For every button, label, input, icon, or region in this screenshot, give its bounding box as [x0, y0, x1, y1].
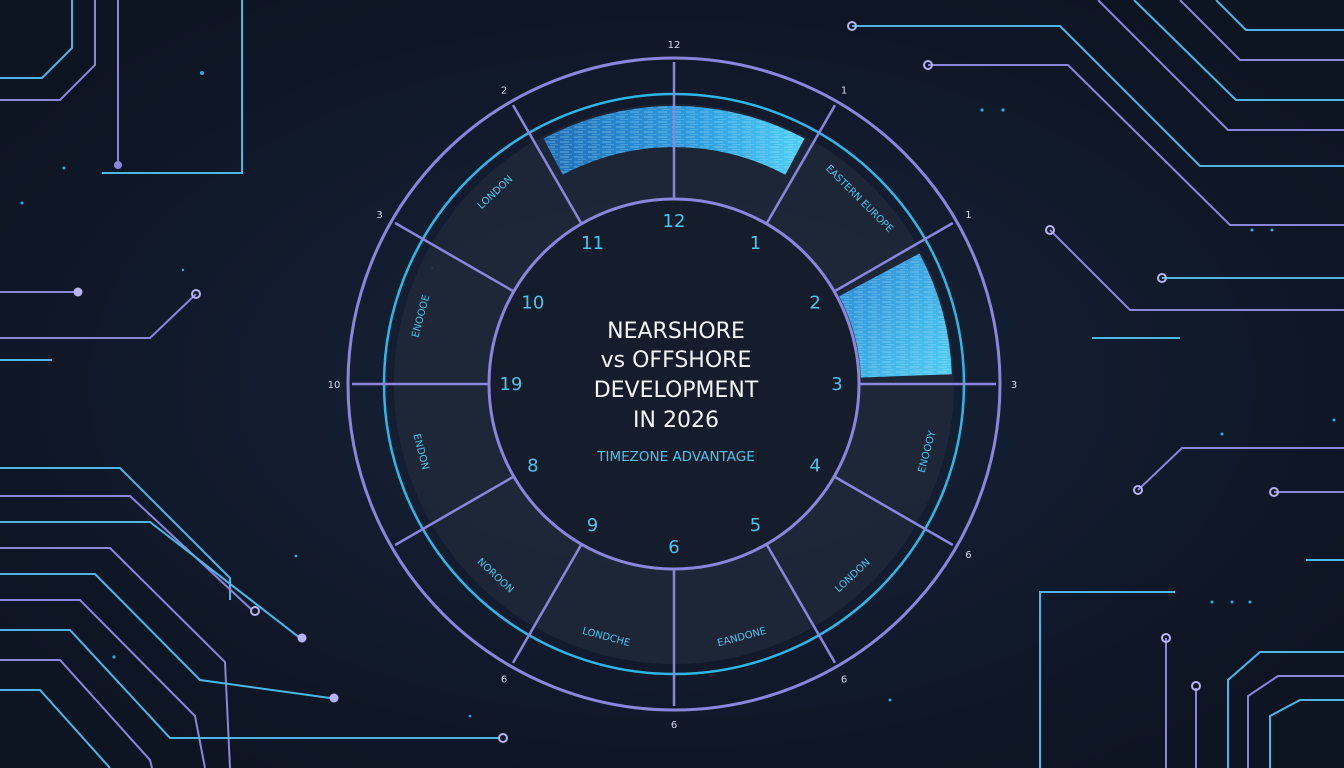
hour-number: 12 [663, 211, 686, 232]
outer-tick-label: 12 [668, 40, 681, 51]
subtitle: TIMEZONE ADVANTAGE [596, 449, 755, 465]
hour-number: 19 [500, 374, 523, 395]
outer-tick-label: 6 [671, 720, 677, 731]
hour-number: 10 [521, 293, 544, 314]
hour-number: 11 [581, 233, 604, 254]
outer-tick-label: 6 [841, 674, 847, 685]
hour-number: 6 [668, 537, 679, 558]
title-line-1: NEARSHORE [607, 319, 745, 344]
hour-number: 4 [809, 456, 820, 477]
outer-tick-label: 10 [328, 380, 341, 391]
outer-tick-label: 3 [376, 210, 382, 221]
outer-tick-label: 1 [841, 86, 847, 97]
outer-tick-label: 6 [965, 550, 971, 561]
outer-tick-label: 2 [501, 86, 507, 97]
title-line-2: vs OFFSHORE [601, 348, 752, 373]
outer-tick-label: 6 [501, 674, 507, 685]
hour-number: 2 [809, 293, 820, 314]
outer-tick-label: 3 [1011, 380, 1017, 391]
hour-number: 3 [831, 374, 842, 395]
outer-tick-label: 1 [965, 210, 971, 221]
title-line-3: DEVELOPMENT [594, 378, 759, 403]
hour-number: 9 [587, 515, 598, 536]
hour-number: 1 [750, 233, 761, 254]
timezone-clock-illustration: 1211366661032 LONDON EASTERN EUROPEENOOOE… [0, 0, 1344, 768]
title-line-4: IN 2026 [633, 408, 719, 433]
hour-number: 8 [527, 456, 538, 477]
hour-number: 5 [750, 515, 761, 536]
